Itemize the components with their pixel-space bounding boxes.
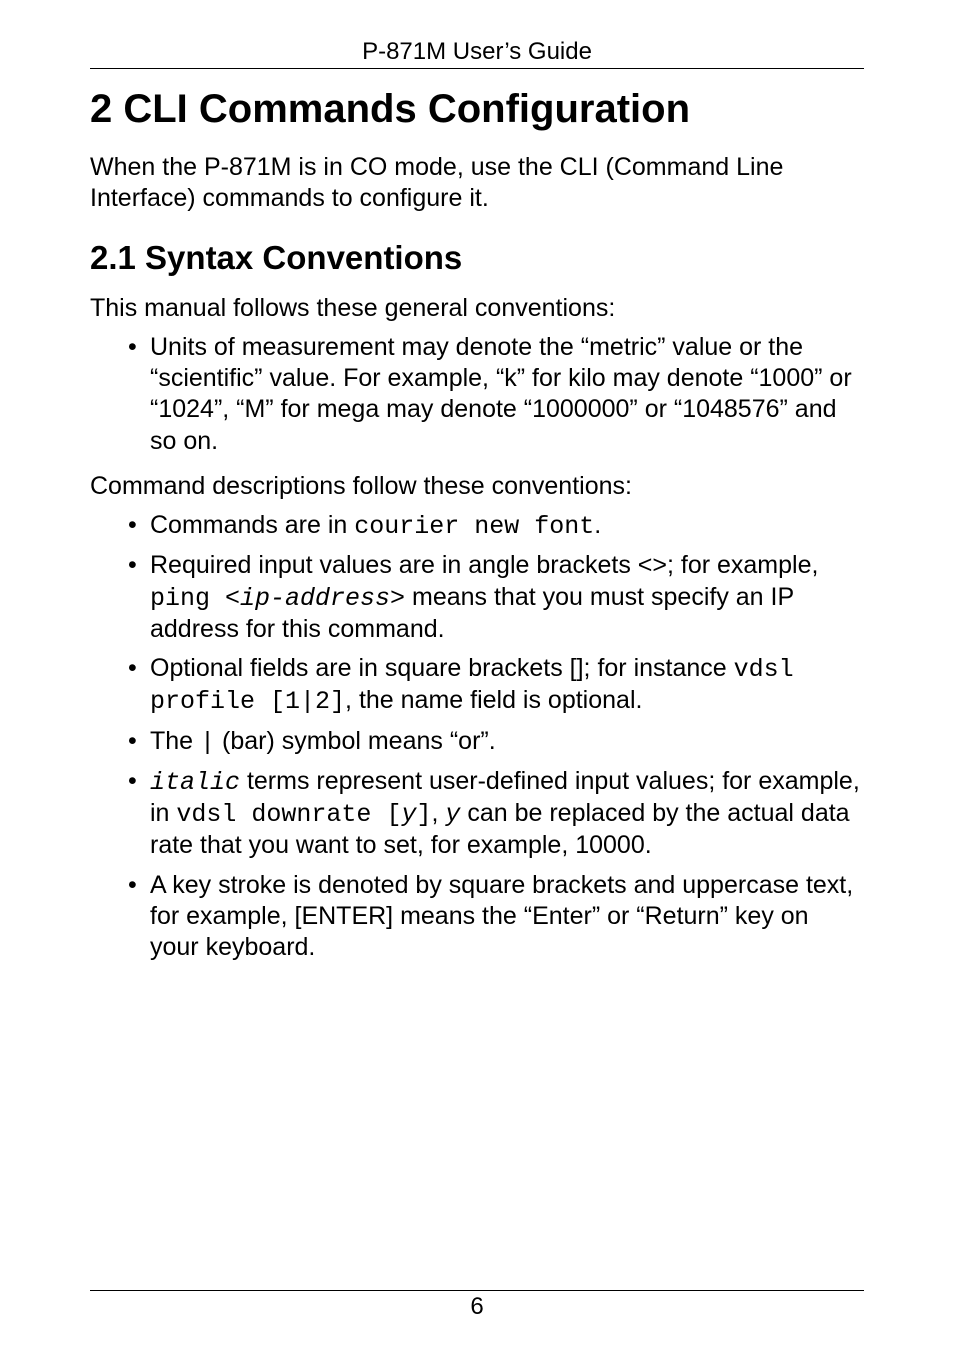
code-italic: y [401, 800, 416, 829]
text: Required input values are in angle brack… [150, 551, 818, 579]
page-container: P-871M User’s Guide 2 CLI Commands Confi… [0, 0, 954, 1345]
section-para-2: Command descriptions follow these conven… [90, 471, 864, 502]
code: ping < [150, 584, 240, 613]
text: . [594, 511, 601, 539]
page-number: 6 [90, 1293, 864, 1321]
text: , the name field is optional. [345, 686, 642, 714]
text: , [431, 799, 445, 827]
code: | [200, 728, 215, 757]
footer-rule [90, 1290, 864, 1291]
list-item: Optional fields are in square brackets [… [128, 653, 864, 718]
code: vdsl downrate [ [176, 800, 401, 829]
text: Commands are in [150, 511, 354, 539]
chapter-title: 2 CLI Commands Configuration [90, 87, 864, 132]
code-italic: ip-address [240, 584, 390, 613]
list-item: The | (bar) symbol means “or”. [128, 726, 864, 758]
page-footer: 6 [90, 1290, 864, 1321]
list-item: Required input values are in angle brack… [128, 550, 864, 645]
text: The [150, 727, 200, 755]
section-title: 2.1 Syntax Conventions [90, 239, 864, 277]
header-rule [90, 68, 864, 69]
command-conventions-list: Commands are in courier new font. Requir… [90, 510, 864, 963]
list-item: Units of measurement may denote the “met… [128, 332, 864, 457]
code: courier new font [354, 512, 594, 541]
list-item: A key stroke is denoted by square bracke… [128, 870, 864, 964]
running-head: P-871M User’s Guide [90, 38, 864, 66]
text: (bar) symbol means “or”. [215, 727, 496, 755]
text: Optional fields are in square brackets [… [150, 654, 734, 682]
list-item: Commands are in courier new font. [128, 510, 864, 542]
section-para-1: This manual follows these general conven… [90, 293, 864, 324]
code: > [390, 584, 405, 613]
general-conventions-list: Units of measurement may denote the “met… [90, 332, 864, 457]
chapter-intro: When the P-871M is in CO mode, use the C… [90, 152, 864, 215]
code: ] [416, 800, 431, 829]
code-italic: y [445, 800, 460, 829]
code-italic: italic [150, 768, 240, 797]
list-item: italic terms represent user-defined inpu… [128, 766, 864, 862]
